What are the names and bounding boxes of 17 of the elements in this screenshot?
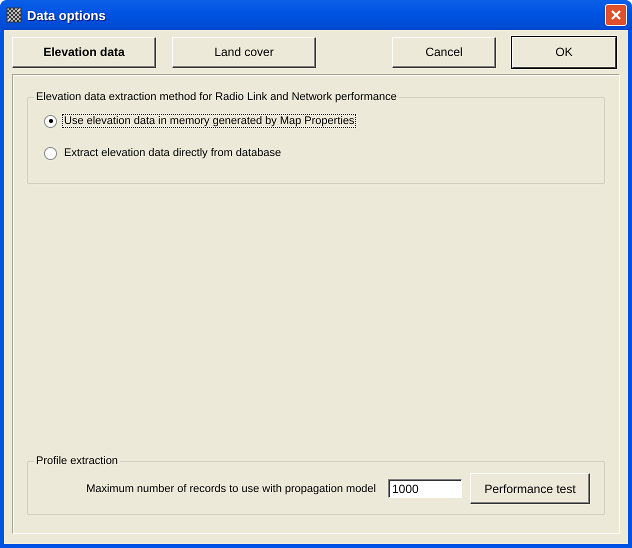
records-field[interactable]: 1000: [388, 479, 462, 498]
group-title: Elevation data extraction method for Radio Link and Network performance: [35, 91, 398, 103]
window-title: Data options: [27, 8, 107, 22]
option-label: Use elevation data in memory generated by Map Properties: [63, 115, 356, 127]
tab[interactable]: Elevation data: [12, 36, 156, 68]
app-icon: [6, 7, 22, 23]
field-label: Maximum number of records to use with propagation model: [86, 482, 376, 494]
option-label: Extract elevation data directly from database: [63, 147, 282, 159]
tab[interactable]: Land cover: [172, 36, 316, 68]
radio-button[interactable]: [44, 114, 57, 128]
group-title: Profile extraction: [35, 455, 119, 467]
cancel-button[interactable]: Cancel: [392, 36, 496, 68]
performance-test-button[interactable]: Performance test: [470, 473, 590, 504]
close-icon: [610, 9, 622, 21]
close-button[interactable]: [605, 4, 627, 26]
radio-button[interactable]: [44, 146, 57, 160]
ok-button[interactable]: OK: [512, 36, 616, 68]
